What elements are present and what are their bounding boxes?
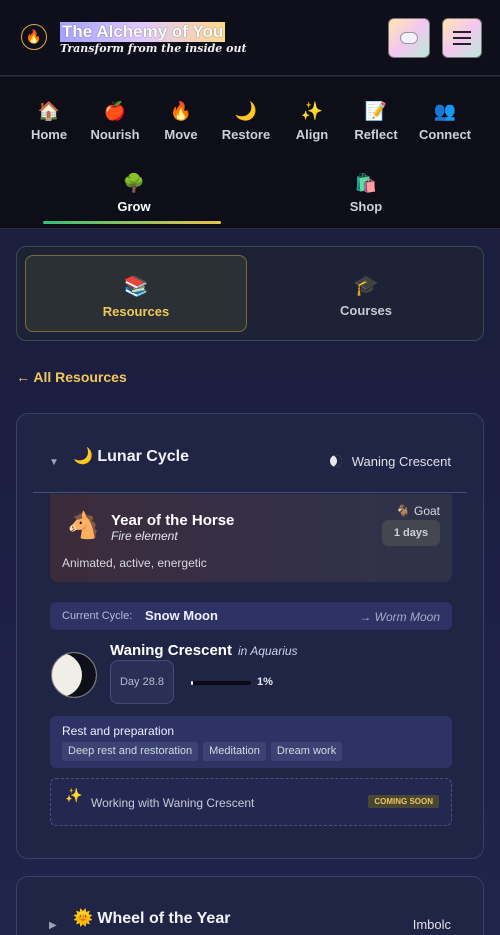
tab-resources[interactable]: 📚 Resources: [25, 255, 247, 332]
nav-item-home[interactable]: 🏠 Home: [16, 99, 82, 142]
nav-item-shop[interactable]: 🛍️ Shop: [333, 171, 399, 214]
nav-item-move[interactable]: 🔥 Move: [148, 99, 214, 142]
nav-item-restore[interactable]: 🌙 Restore: [213, 99, 279, 142]
memo-icon: 📝: [364, 101, 388, 121]
working-with-phase-panel[interactable]: ✨ Working with Waning Crescent COMING SO…: [50, 778, 452, 826]
nav-label: Shop: [349, 199, 383, 214]
lunar-card-title[interactable]: 🌙 Lunar Cycle: [73, 446, 189, 466]
nav-label: Grow: [117, 199, 151, 214]
phase-title: Waning Crescent in Aquarius: [110, 642, 298, 659]
nav-label: Align: [295, 127, 329, 142]
menu-button[interactable]: [442, 18, 482, 58]
horse-icon: 🐴: [67, 510, 100, 540]
phase-focus-panel: Rest and preparation Deep rest and resto…: [50, 716, 452, 768]
nav-item-reflect[interactable]: 📝 Reflect: [343, 99, 409, 142]
next-cycle: → Worm Moon: [359, 610, 440, 624]
wheel-current-festival: Imbolc: [412, 917, 451, 932]
shopping-bag-icon: 🛍️: [354, 173, 378, 193]
nav-label: Home: [30, 127, 68, 142]
fire-icon: 🔥: [169, 101, 193, 121]
tab-courses[interactable]: 🎓 Courses: [255, 255, 477, 332]
wheel-card-title[interactable]: 🌞 Wheel of the Year: [73, 908, 230, 928]
wheel-of-year-card: ▶ 🌞 Wheel of the Year Imbolc: [16, 876, 484, 935]
nav-item-nourish[interactable]: 🍎 Nourish: [82, 99, 148, 142]
card-divider: [33, 492, 467, 493]
graduation-cap-icon: 🎓: [353, 275, 379, 297]
phase-progress-label: 1%: [257, 676, 273, 688]
moon-day-badge: Day 28.8: [110, 660, 174, 704]
chevron-right-icon[interactable]: ▶: [49, 920, 57, 931]
moon-icon: 🌙: [234, 101, 258, 121]
chat-button[interactable]: [388, 18, 430, 58]
main-nav: 🏠 Home 🍎 Nourish 🔥 Move 🌙 Restore ✨ Alig…: [0, 77, 500, 229]
zodiac-year-title: Year of the Horse: [111, 512, 235, 529]
app-header: 🔥 The Alchemy of You Transform from the …: [0, 0, 500, 76]
sparkles-icon: ✨: [300, 101, 324, 121]
sun-icon: 🌞: [73, 910, 93, 927]
active-tab-indicator: [43, 221, 221, 224]
zodiac-year-panel: 🐴 Year of the Horse Fire element Animate…: [50, 494, 452, 582]
focus-title: Rest and preparation: [62, 724, 175, 738]
nav-item-align[interactable]: ✨ Align: [279, 99, 345, 142]
chat-bubble-icon: [400, 32, 418, 44]
nav-label: Restore: [221, 127, 271, 142]
chevron-down-icon[interactable]: ▼: [49, 457, 59, 468]
moon-icon: 🌙: [73, 448, 93, 465]
focus-chips: Deep rest and restoration Meditation Dre…: [62, 742, 343, 761]
books-icon: 📚: [123, 276, 149, 298]
focus-chip: Deep rest and restoration: [62, 742, 199, 761]
nav-label: Move: [164, 127, 198, 142]
lunar-cycle-card: ▼ 🌙 Lunar Cycle Waning Crescent 🐴 Year o…: [16, 413, 484, 859]
people-icon: 👥: [433, 101, 457, 121]
zodiac-element: Fire element: [111, 529, 178, 543]
cycle-value: Snow Moon: [145, 608, 218, 623]
tab-label: Resources: [102, 304, 170, 319]
house-icon: 🏠: [37, 101, 61, 121]
cycle-label: Current Cycle:: [62, 610, 133, 622]
hamburger-menu-icon: [453, 27, 471, 49]
nav-label: Nourish: [90, 127, 140, 142]
nav-divider: [0, 228, 500, 229]
nav-item-grow[interactable]: 🌳 Grow: [101, 171, 167, 214]
phase-progress-fill: [191, 681, 193, 685]
sparkles-icon: ✨: [65, 787, 83, 803]
tab-label: Courses: [339, 303, 393, 318]
phase-progress-bar: [191, 681, 251, 685]
flame-logo-icon[interactable]: 🔥: [21, 24, 47, 50]
tree-icon: 🌳: [122, 173, 146, 193]
brand-title: The Alchemy of You: [60, 22, 226, 42]
focus-chip: Meditation: [203, 742, 266, 761]
zodiac-description: Animated, active, energetic: [62, 556, 207, 570]
moon-phase-icon: [329, 455, 342, 467]
resource-tabs: 📚 Resources 🎓 Courses: [16, 246, 484, 341]
brand-tagline: Transform from the inside out: [60, 42, 247, 55]
nav-label: Reflect: [354, 127, 398, 142]
current-cycle-row: Current Cycle: Snow Moon → Worm Moon: [50, 602, 452, 630]
focus-chip: Dream work: [270, 742, 343, 761]
days-until-badge: 1 days: [382, 520, 440, 546]
coming-soon-badge: COMING SOON: [368, 795, 439, 808]
apple-icon: 🍎: [103, 101, 127, 121]
current-phase-label: Waning Crescent: [329, 454, 451, 469]
phase-sign: in Aquarius: [237, 644, 298, 658]
moon-phase-icon: [51, 652, 97, 698]
goat-icon: 🐐: [395, 504, 411, 518]
next-zodiac-sign: 🐐 Goat: [395, 504, 440, 518]
working-with-text: Working with Waning Crescent: [91, 796, 255, 810]
nav-label: Connect: [419, 127, 471, 142]
all-resources-link[interactable]: ← All Resources: [16, 369, 127, 385]
nav-item-connect[interactable]: 👥 Connect: [412, 99, 478, 142]
